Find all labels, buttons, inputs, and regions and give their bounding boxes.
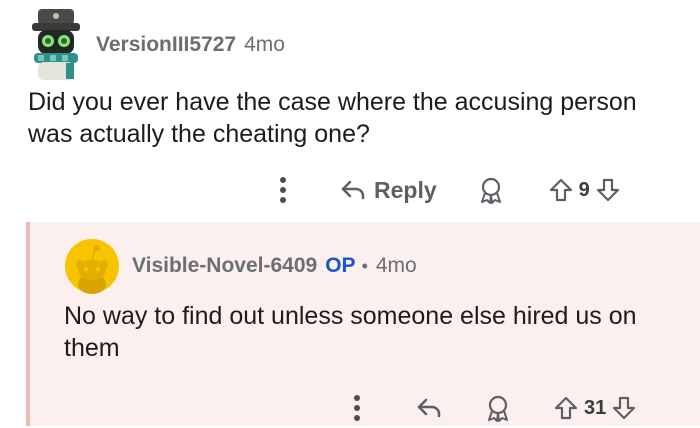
more-vertical-icon [280,177,286,203]
reply-button[interactable] [416,396,442,420]
comment-actions: Reply 9 [268,170,620,210]
timestamp: 4mo [375,254,417,277]
more-options-button[interactable] [268,176,298,204]
reply-label: Reply [374,176,437,203]
more-vertical-icon [354,395,360,421]
avatar[interactable] [28,7,84,83]
comment-header: VersionIII5727 4mo [28,2,285,88]
award-icon [488,395,508,422]
award-icon [480,177,501,204]
username[interactable]: Visible-Novel-6409 [132,254,317,278]
vote-count: 9 [578,178,590,201]
reply-button[interactable]: Reply [340,177,437,204]
award-button[interactable] [477,176,505,204]
award-button[interactable] [484,394,512,422]
vote-controls: 31 [554,395,636,421]
reply-actions: 31 [342,388,636,428]
comment: VersionIII5727 4mo Did you ever have the… [0,0,700,222]
reply-body: No way to find out unless someone else h… [64,302,637,362]
downvote-icon[interactable] [596,177,620,203]
separator-dot: • [361,255,368,276]
upvote-icon[interactable] [554,395,578,421]
reply-comment: Visible-Novel-6409 OP • 4mo No way to fi… [26,222,700,426]
avatar[interactable] [64,238,120,294]
reply-arrow-icon [417,398,441,418]
op-badge: OP [325,254,356,277]
vote-controls: 9 [549,177,620,203]
upvote-icon[interactable] [549,177,573,203]
downvote-icon[interactable] [612,395,636,421]
reply-arrow-icon [341,180,365,200]
more-options-button[interactable] [342,394,372,422]
comment-body: Did you ever have the case where the acc… [28,88,637,148]
vote-count: 31 [584,396,607,419]
reply-header: Visible-Novel-6409 OP • 4mo [64,236,417,296]
username[interactable]: VersionIII5727 [96,33,236,57]
timestamp: 4mo [244,33,285,56]
